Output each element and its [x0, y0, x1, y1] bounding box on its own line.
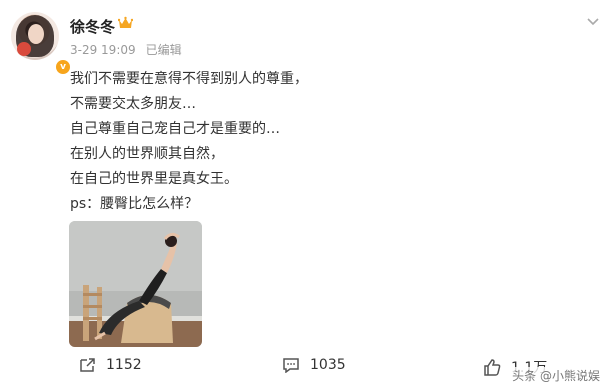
comment-button[interactable]: 1035 [282, 357, 346, 373]
crown-icon [118, 16, 133, 28]
post-line: 我们不需要在意得不得到别人的尊重， [70, 71, 308, 87]
post-line: ps：腰臀比怎么样？ [70, 196, 199, 212]
chevron-down-icon[interactable] [586, 16, 600, 26]
thumbs-up-icon [484, 358, 501, 376]
post-photo[interactable] [69, 221, 202, 347]
repost-button[interactable]: 1152 [78, 357, 142, 373]
post-line: 在自己的世界里是真女王。 [70, 171, 238, 187]
avatar-detail [17, 42, 31, 56]
post-line: 不需要交太多朋友… [70, 96, 196, 112]
repost-count: 1152 [106, 357, 142, 373]
pilates-photo [69, 221, 202, 347]
username[interactable]: 徐冬冬 [70, 16, 115, 37]
source-watermark: 头条 @小熊说娱 [510, 367, 602, 384]
comment-icon [283, 358, 299, 373]
post-line: 自己尊重自己宠自己才是重要的… [70, 121, 280, 137]
repost-icon [80, 358, 95, 372]
post-line: 在别人的世界顺其自然， [70, 146, 224, 162]
comment-count: 1035 [310, 357, 346, 373]
post-meta: 3-29 19:09 已编辑 [70, 41, 182, 58]
avatar[interactable]: v [11, 12, 71, 75]
post-time[interactable]: 3-29 19:09 [70, 43, 136, 57]
avatar-face [28, 24, 44, 44]
edited-label: 已编辑 [145, 43, 182, 57]
verified-badge-icon: v [55, 59, 71, 75]
post-content: 我们不需要在意得不得到别人的尊重， 不需要交太多朋友… 自己尊重自己宠自己才是重… [70, 67, 308, 217]
